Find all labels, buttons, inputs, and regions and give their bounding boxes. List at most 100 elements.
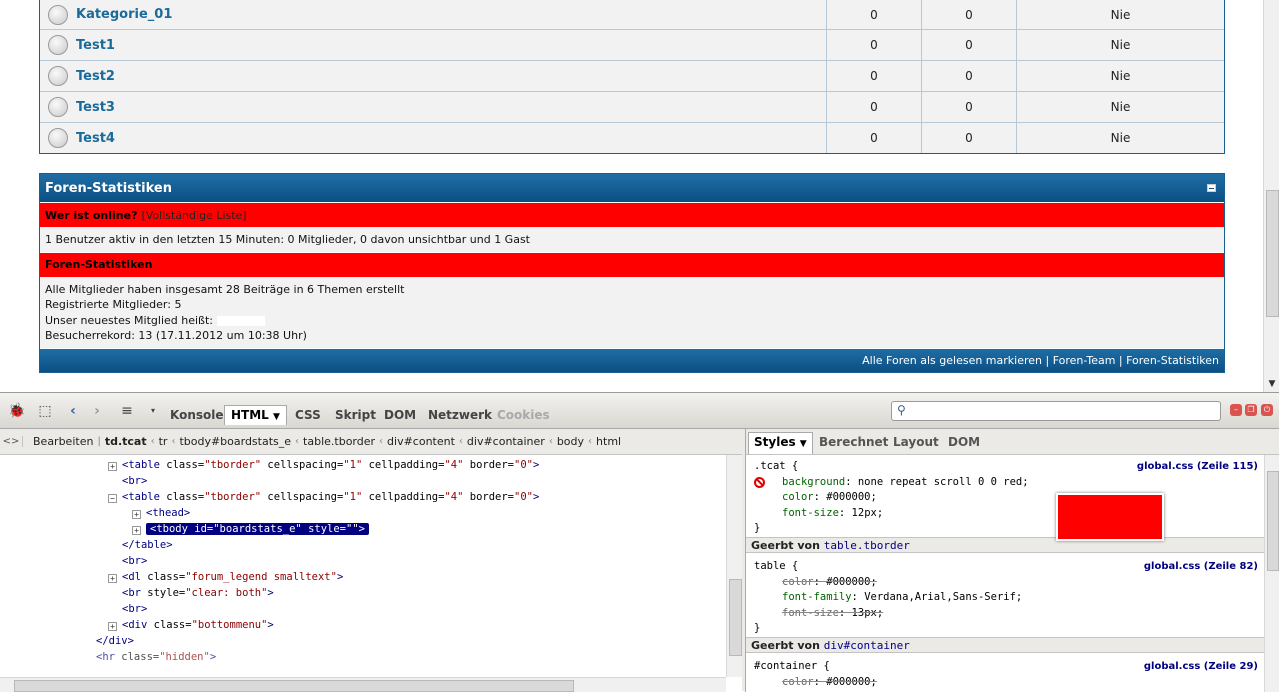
newest-member-label: Unser neuestes Mitglied heißt: <box>45 313 214 327</box>
tree-node[interactable]: </div> <box>96 633 134 649</box>
breadcrumb-item[interactable]: html <box>592 435 625 448</box>
expand-icon[interactable]: + <box>108 622 117 631</box>
tab-net[interactable]: Netzwerk <box>428 408 492 422</box>
css-property[interactable]: font-size: 13px; <box>746 606 1264 622</box>
expand-icon[interactable]: + <box>132 510 141 519</box>
full-list-link[interactable]: [Vollständige Liste] <box>141 209 246 222</box>
css-property[interactable]: background: none repeat scroll 0 0 red; <box>746 475 1264 491</box>
forum-row: Test1 0 0 Nie <box>40 29 1224 60</box>
tree-horizontal-scrollbar[interactable] <box>0 677 726 692</box>
breadcrumb-item[interactable]: table.tborder <box>299 435 379 448</box>
back-icon[interactable]: ‹ <box>64 402 82 420</box>
forum-last-post: Nie <box>1110 69 1131 83</box>
style-side-panel: Styles ▼ Berechnet Layout DOM .tcat {glo… <box>745 429 1279 692</box>
stats-details: Alle Mitglieder haben insgesamt 28 Beitr… <box>40 276 1224 348</box>
css-property[interactable]: color: #000000; <box>746 575 1264 591</box>
tree-vertical-scrollbar[interactable] <box>726 455 742 677</box>
css-source-link[interactable]: global.css (Zeile 82) <box>1144 559 1258 575</box>
forum-link[interactable]: Test3 <box>76 92 827 122</box>
scroll-down-icon[interactable]: ▼ <box>1264 376 1279 392</box>
forum-last-post: Nie <box>1110 100 1131 114</box>
css-selector[interactable]: .tcat {global.css (Zeile 115) <box>746 459 1264 475</box>
collapse-icon[interactable]: − <box>108 494 117 503</box>
edit-button[interactable]: Bearbeiten <box>29 435 97 448</box>
expand-toggle-icon[interactable]: <> <box>0 436 23 447</box>
tab-html[interactable]: HTML ▼ <box>224 405 287 425</box>
forum-threads: 0 <box>827 123 922 153</box>
forum-link[interactable]: Test4 <box>76 123 827 153</box>
tab-dom[interactable]: DOM <box>384 408 416 422</box>
css-property[interactable]: font-size: 12px; <box>746 506 1264 522</box>
breadcrumb-item[interactable]: div#container <box>463 435 549 448</box>
css-selector[interactable]: #container {global.css (Zeile 29) <box>746 659 1264 675</box>
inspect-icon[interactable]: ⬚ <box>36 402 54 420</box>
forum-row: Test3 0 0 Nie <box>40 91 1224 122</box>
tree-node[interactable]: <br style="clear: both"> <box>122 585 274 601</box>
tab-script[interactable]: Skript <box>335 408 376 422</box>
tab-dom[interactable]: DOM <box>948 435 980 449</box>
tab-console[interactable]: Konsole <box>170 408 224 422</box>
tree-node[interactable]: − <table class="tborder" cellspacing="1" … <box>108 489 539 505</box>
stats-footer-links[interactable]: Alle Foren als gelesen markieren | Foren… <box>40 347 1224 372</box>
css-rule-close: } <box>754 622 761 634</box>
breadcrumb-item[interactable]: div#content <box>383 435 459 448</box>
tree-node[interactable]: </table> <box>122 537 173 553</box>
css-rule-close: } <box>754 522 761 534</box>
forum-link[interactable]: Kategorie_01 <box>76 0 827 29</box>
tree-node[interactable]: + <table class="tborder" cellspacing="1" … <box>108 457 539 473</box>
expand-icon[interactable]: + <box>108 574 117 583</box>
css-source-link[interactable]: global.css (Zeile 115) <box>1137 459 1258 475</box>
forum-last-post: Nie <box>1110 38 1131 52</box>
css-property[interactable]: color: #000000; <box>746 675 1264 691</box>
tab-styles[interactable]: Styles ▼ <box>748 432 813 454</box>
forum-link[interactable]: Test1 <box>76 30 827 60</box>
inherited-element-link[interactable]: div#container <box>824 639 910 652</box>
html-panel: <> Bearbeiten | td.tcat ‹ tr ‹ tbody#board… <box>0 429 742 692</box>
breadcrumb-item[interactable]: body <box>553 435 588 448</box>
page-scrollbar[interactable]: ▼ <box>1263 0 1279 392</box>
breadcrumb-item[interactable]: td.tcat <box>101 435 151 448</box>
css-source-link[interactable]: global.css (Zeile 29) <box>1144 659 1258 675</box>
detach-icon[interactable]: ❐ <box>1245 404 1257 416</box>
menu-list-icon[interactable]: ≡ <box>118 402 136 420</box>
firebug-icon[interactable]: 🐞 <box>8 402 26 420</box>
dropdown-arrow-icon[interactable]: ▾ <box>144 402 162 420</box>
minimize-icon[interactable]: – <box>1230 404 1242 416</box>
css-selector[interactable]: table {global.css (Zeile 82) <box>746 559 1264 575</box>
newest-member-link[interactable] <box>217 315 266 326</box>
search-icon: ⚲ <box>897 403 906 417</box>
tree-node[interactable]: + <div class="bottommenu"> <box>108 617 274 633</box>
tree-node[interactable]: <br> <box>122 601 147 617</box>
forum-link[interactable]: Test2 <box>76 61 827 91</box>
tree-node[interactable]: + <thead> <box>132 505 190 521</box>
inherited-element-link[interactable]: table.tborder <box>824 539 910 552</box>
disabled-property-icon[interactable] <box>754 476 765 488</box>
tab-styles-label: Styles <box>754 435 796 449</box>
tab-cookies[interactable]: Cookies <box>497 408 550 422</box>
css-property[interactable]: font-family: Verdana,Arial,Sans-Serif; <box>746 590 1264 606</box>
scrollbar-thumb[interactable] <box>729 579 742 656</box>
scrollbar-thumb[interactable] <box>14 680 574 692</box>
expand-icon[interactable]: + <box>108 462 117 471</box>
collapse-icon[interactable] <box>1207 184 1216 192</box>
tree-node-selected[interactable]: + <tbody id="boardstats_e" style=""> <box>132 521 369 537</box>
scrollbar-thumb[interactable] <box>1266 190 1279 317</box>
side-vertical-scrollbar[interactable] <box>1264 455 1279 692</box>
close-icon[interactable]: ⏻ <box>1261 404 1273 416</box>
tab-css[interactable]: CSS <box>295 408 321 422</box>
tree-node[interactable]: <br> <box>122 473 147 489</box>
breadcrumb-item[interactable]: tr <box>155 435 172 448</box>
tab-layout[interactable]: Layout <box>893 435 939 449</box>
tree-node[interactable]: + <dl class="forum_legend smalltext"> <box>108 569 343 585</box>
forward-icon[interactable]: › <box>88 402 106 420</box>
tree-node[interactable]: <hr class="hidden"> <box>96 649 216 665</box>
search-input[interactable]: ⚲ <box>891 401 1221 421</box>
tab-computed[interactable]: Berechnet <box>819 435 888 449</box>
stats-newest-line: Unser neuestes Mitglied heißt: <box>45 313 1219 329</box>
forum-status-icon <box>40 30 76 60</box>
css-property[interactable]: color: #000000; <box>746 490 1264 506</box>
expand-icon[interactable]: + <box>132 526 141 535</box>
tree-node[interactable]: <br> <box>122 553 147 569</box>
breadcrumb-item[interactable]: tbody#boardstats_e <box>175 435 295 448</box>
scrollbar-thumb[interactable] <box>1267 471 1279 571</box>
